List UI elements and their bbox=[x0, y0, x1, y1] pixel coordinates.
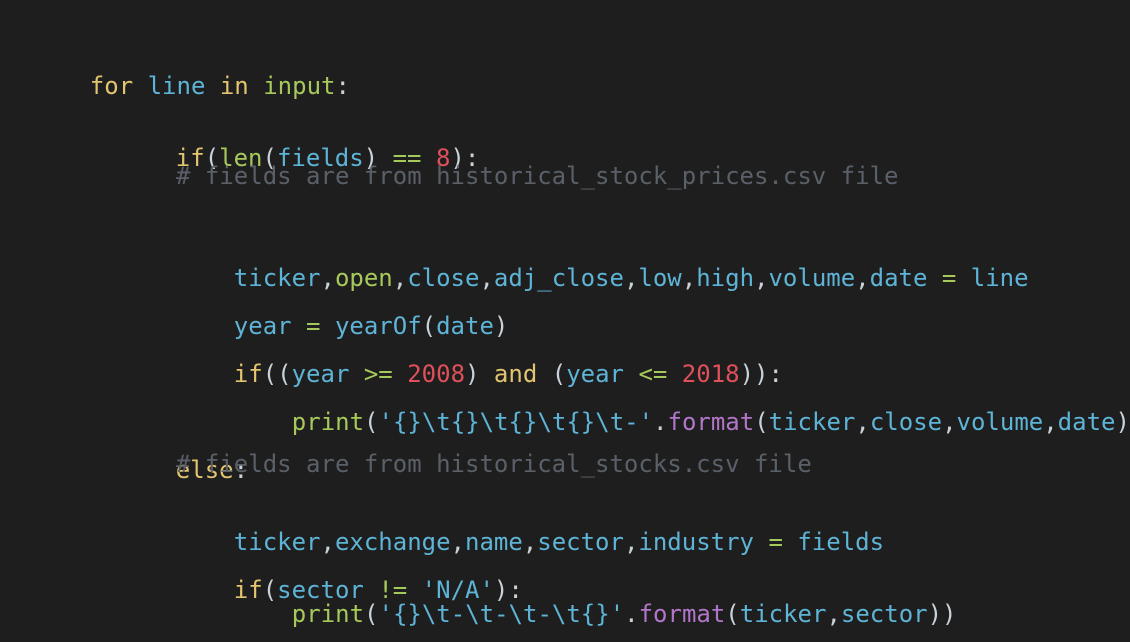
method-format: format bbox=[667, 408, 755, 436]
keyword-in: in bbox=[219, 72, 249, 100]
code-comment-1: # fields are from historical_stock_price… bbox=[176, 162, 899, 190]
code-line-5: year = yearOf(date) bbox=[233, 312, 509, 340]
code-line-4: ticker,open,close,adj_close,low,high,vol… bbox=[233, 264, 1029, 292]
code-line-1: for line in input: bbox=[89, 72, 350, 100]
keyword-for: for bbox=[89, 72, 134, 100]
code-comment-2: # fields are from historical_stocks.csv … bbox=[176, 450, 812, 478]
builtin-print: print bbox=[291, 408, 365, 436]
code-editor[interactable]: for line in input: if(len(fields) == 8):… bbox=[0, 0, 1130, 642]
code-line-6: if((year >= 2008) and (year <= 2018)): bbox=[233, 360, 783, 388]
code-line-2: if(len(fields) == 8): bbox=[175, 144, 480, 172]
code-line-12: print('{}\t-\t-\t-\t{}'.format(ticker,se… bbox=[291, 600, 957, 628]
variable-line: line bbox=[147, 72, 206, 100]
code-line-10: ticker,exchange,name,sector,industry = f… bbox=[233, 528, 885, 556]
string-literal: '{}\t{}\t{}\t{}\t-' bbox=[378, 408, 654, 436]
code-line-7: print('{}\t{}\t{}\t{}\t-'.format(ticker,… bbox=[291, 408, 1130, 436]
builtin-input: input bbox=[263, 72, 336, 100]
